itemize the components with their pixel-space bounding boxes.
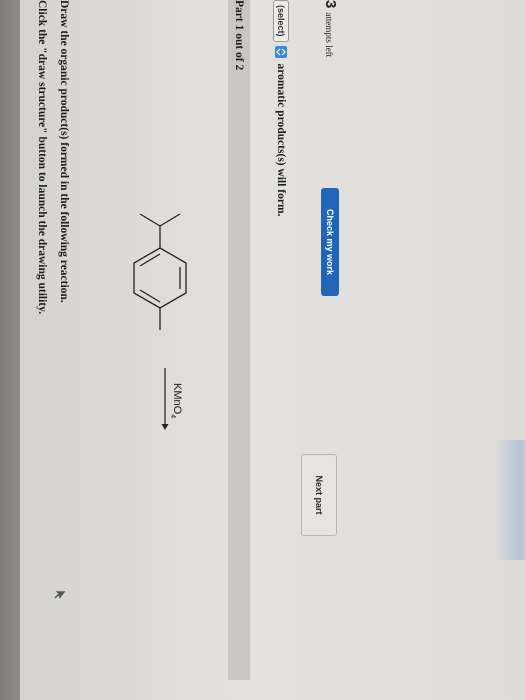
attempts-label: attempts left (324, 12, 334, 58)
instruction-reaction: Draw the organic product(s) formed in th… (58, 0, 70, 303)
next-part-button[interactable]: Next part (301, 454, 337, 536)
benzene-ring (133, 247, 187, 309)
reaction-arrow (161, 368, 169, 430)
aromatic-count-select[interactable]: (select) (273, 0, 289, 42)
part-header-band (228, 0, 250, 680)
mouse-cursor-icon (53, 590, 67, 601)
question-text: aromatic products(s) will form. (275, 63, 287, 217)
instruction-draw-structure: Click the "draw structure" button to lau… (36, 0, 48, 315)
reagent-label: KMnO4 (168, 383, 183, 419)
question-row: (select) aromatic products(s) will form. (272, 0, 290, 216)
attempts-indicator: 3 attempts left (322, 0, 339, 57)
reactant-structure (133, 213, 187, 330)
part-label: Part 1 out of 2 (233, 0, 245, 71)
homework-page: Click the "draw structure" button to lau… (20, 0, 525, 700)
attempts-count: 3 (322, 0, 339, 9)
photo-background: Click the "draw structure" button to lau… (0, 0, 525, 700)
select-chevron-icon[interactable] (275, 45, 287, 58)
monitor-screen: Click the "draw structure" button to lau… (20, 0, 525, 700)
check-my-work-button[interactable]: Check my work (321, 188, 339, 296)
